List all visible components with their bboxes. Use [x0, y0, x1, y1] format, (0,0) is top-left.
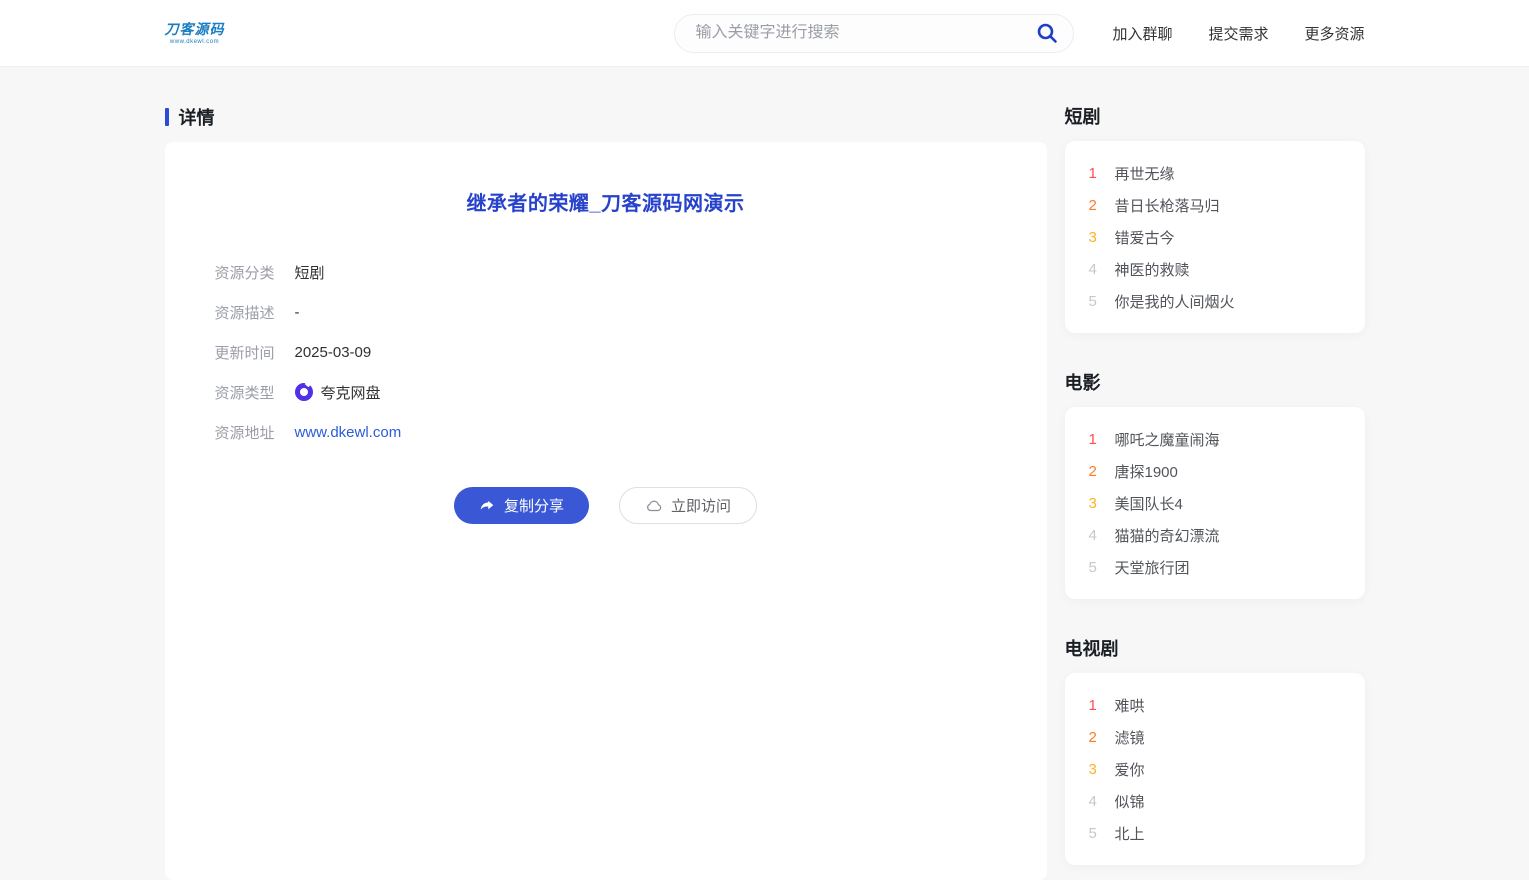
list-item-title: 再世无缘: [1115, 163, 1175, 184]
field-value-category: 短剧: [295, 262, 325, 283]
copy-share-button[interactable]: 复制分享: [454, 487, 589, 524]
site-logo-title: 刀客源码: [165, 22, 225, 36]
list-item-title: 你是我的人间烟火: [1115, 291, 1235, 312]
rank-number: 1: [1089, 697, 1103, 714]
field-label: 资源描述: [215, 302, 277, 323]
list-item[interactable]: 2 唐探1900: [1089, 455, 1341, 487]
field-row-resource-url: 资源地址 www.dkewl.com: [215, 412, 997, 452]
top-header: 刀客源码 www.dkewl.com 加入群聊 提交需求 更多资源: [0, 0, 1529, 67]
section-accent-bar: [165, 108, 169, 126]
nav-submit-request[interactable]: 提交需求: [1208, 23, 1268, 44]
main-column: 详情 继承者的荣耀_刀客源码网演示 资源分类 短剧 资源描述 - 更新时间 20…: [165, 67, 1047, 880]
share-arrow-icon: [479, 497, 496, 514]
search-bar: [674, 14, 1074, 53]
resource-title: 继承者的荣耀_刀客源码网演示: [215, 187, 997, 216]
detail-card: 继承者的荣耀_刀客源码网演示 资源分类 短剧 资源描述 - 更新时间 2025-…: [165, 142, 1047, 880]
list-item[interactable]: 4 猫猫的奇幻漂流: [1089, 519, 1341, 551]
rank-number: 3: [1089, 761, 1103, 778]
resource-url-link[interactable]: www.dkewl.com: [295, 424, 402, 441]
copy-share-label: 复制分享: [504, 495, 564, 516]
list-item-title: 爱你: [1115, 759, 1145, 780]
list-item-title: 神医的救赎: [1115, 259, 1190, 280]
list-item[interactable]: 4 神医的救赎: [1089, 253, 1341, 285]
site-logo-subtitle: www.dkewl.com: [170, 39, 219, 45]
field-row-resource-type: 资源类型 夸克网盘: [215, 372, 997, 412]
cloud-icon: [645, 497, 663, 515]
list-item[interactable]: 3 美国队长4: [1089, 487, 1341, 519]
rank-number: 2: [1089, 197, 1103, 214]
nav-join-group[interactable]: 加入群聊: [1112, 23, 1172, 44]
detail-section-header: 详情: [165, 104, 1047, 130]
rank-number: 3: [1089, 495, 1103, 512]
list-item[interactable]: 2 滤镜: [1089, 721, 1341, 753]
page-container: 详情 继承者的荣耀_刀客源码网演示 资源分类 短剧 资源描述 - 更新时间 20…: [165, 67, 1365, 880]
rank-number: 5: [1089, 825, 1103, 842]
rank-number: 3: [1089, 229, 1103, 246]
search-icon: [1035, 21, 1059, 45]
resource-type-text: 夸克网盘: [321, 382, 381, 403]
list-item-title: 似锦: [1115, 791, 1145, 812]
list-item[interactable]: 1 哪吒之魔童闹海: [1089, 423, 1341, 455]
sidebar-card-short-drama: 1 再世无缘 2 昔日长枪落马归 3 错爱古今 4 神医的救赎 5 你是我的人间…: [1065, 141, 1365, 333]
search-input[interactable]: [695, 24, 1035, 42]
rank-number: 1: [1089, 165, 1103, 182]
list-item[interactable]: 1 再世无缘: [1089, 157, 1341, 189]
visit-now-button[interactable]: 立即访问: [619, 487, 757, 524]
field-row-category: 资源分类 短剧: [215, 252, 997, 292]
list-item[interactable]: 5 北上: [1089, 817, 1341, 849]
field-label: 资源分类: [215, 262, 277, 283]
rank-number: 2: [1089, 463, 1103, 480]
search-button[interactable]: [1035, 21, 1059, 45]
rank-number: 5: [1089, 559, 1103, 576]
list-item-title: 昔日长枪落马归: [1115, 195, 1220, 216]
field-value-resource-type: 夸克网盘: [295, 382, 381, 403]
sidebar-card-tv-series: 1 难哄 2 滤镜 3 爱你 4 似锦 5 北上: [1065, 673, 1365, 865]
list-item[interactable]: 2 昔日长枪落马归: [1089, 189, 1341, 221]
site-logo[interactable]: 刀客源码 www.dkewl.com: [165, 22, 225, 45]
list-item[interactable]: 3 爱你: [1089, 753, 1341, 785]
list-item-title: 天堂旅行团: [1115, 557, 1190, 578]
header-inner: 刀客源码 www.dkewl.com 加入群聊 提交需求 更多资源: [165, 14, 1365, 53]
rank-number: 2: [1089, 729, 1103, 746]
detail-fields: 资源分类 短剧 资源描述 - 更新时间 2025-03-09 资源类型 夸克网盘: [215, 252, 997, 452]
sidebar-title-movies: 电影: [1065, 369, 1365, 395]
list-item-title: 难哄: [1115, 695, 1145, 716]
field-label: 资源地址: [215, 422, 277, 443]
header-nav: 加入群聊 提交需求 更多资源: [1112, 23, 1364, 44]
field-value-description: -: [295, 304, 300, 321]
field-row-description: 资源描述 -: [215, 292, 997, 332]
sidebar-title-tv-series: 电视剧: [1065, 635, 1365, 661]
rank-number: 5: [1089, 293, 1103, 310]
sidebar-title-short-drama: 短剧: [1065, 103, 1365, 129]
list-item[interactable]: 4 似锦: [1089, 785, 1341, 817]
list-item[interactable]: 1 难哄: [1089, 689, 1341, 721]
list-item-title: 北上: [1115, 823, 1145, 844]
list-item-title: 哪吒之魔童闹海: [1115, 429, 1220, 450]
list-item[interactable]: 5 你是我的人间烟火: [1089, 285, 1341, 317]
rank-number: 4: [1089, 793, 1103, 810]
rank-number: 4: [1089, 527, 1103, 544]
action-buttons: 复制分享 立即访问: [215, 487, 997, 524]
list-item[interactable]: 3 错爱古今: [1089, 221, 1341, 253]
rank-number: 4: [1089, 261, 1103, 278]
list-item-title: 错爱古今: [1115, 227, 1175, 248]
list-item-title: 唐探1900: [1115, 461, 1178, 482]
sidebar-card-movies: 1 哪吒之魔童闹海 2 唐探1900 3 美国队长4 4 猫猫的奇幻漂流 5 天…: [1065, 407, 1365, 599]
list-item-title: 猫猫的奇幻漂流: [1115, 525, 1220, 546]
field-row-update-time: 更新时间 2025-03-09: [215, 332, 997, 372]
list-item-title: 滤镜: [1115, 727, 1145, 748]
list-item[interactable]: 5 天堂旅行团: [1089, 551, 1341, 583]
quark-disk-icon: [295, 383, 313, 401]
detail-section-title: 详情: [179, 104, 215, 130]
field-label: 资源类型: [215, 382, 277, 403]
list-item-title: 美国队长4: [1115, 493, 1183, 514]
sidebar: 短剧 1 再世无缘 2 昔日长枪落马归 3 错爱古今 4 神医的救赎 5 你是我…: [1065, 67, 1365, 865]
visit-now-label: 立即访问: [671, 495, 731, 516]
field-label: 更新时间: [215, 342, 277, 363]
rank-number: 1: [1089, 431, 1103, 448]
field-value-update-time: 2025-03-09: [295, 344, 372, 361]
nav-more-resources[interactable]: 更多资源: [1304, 23, 1364, 44]
